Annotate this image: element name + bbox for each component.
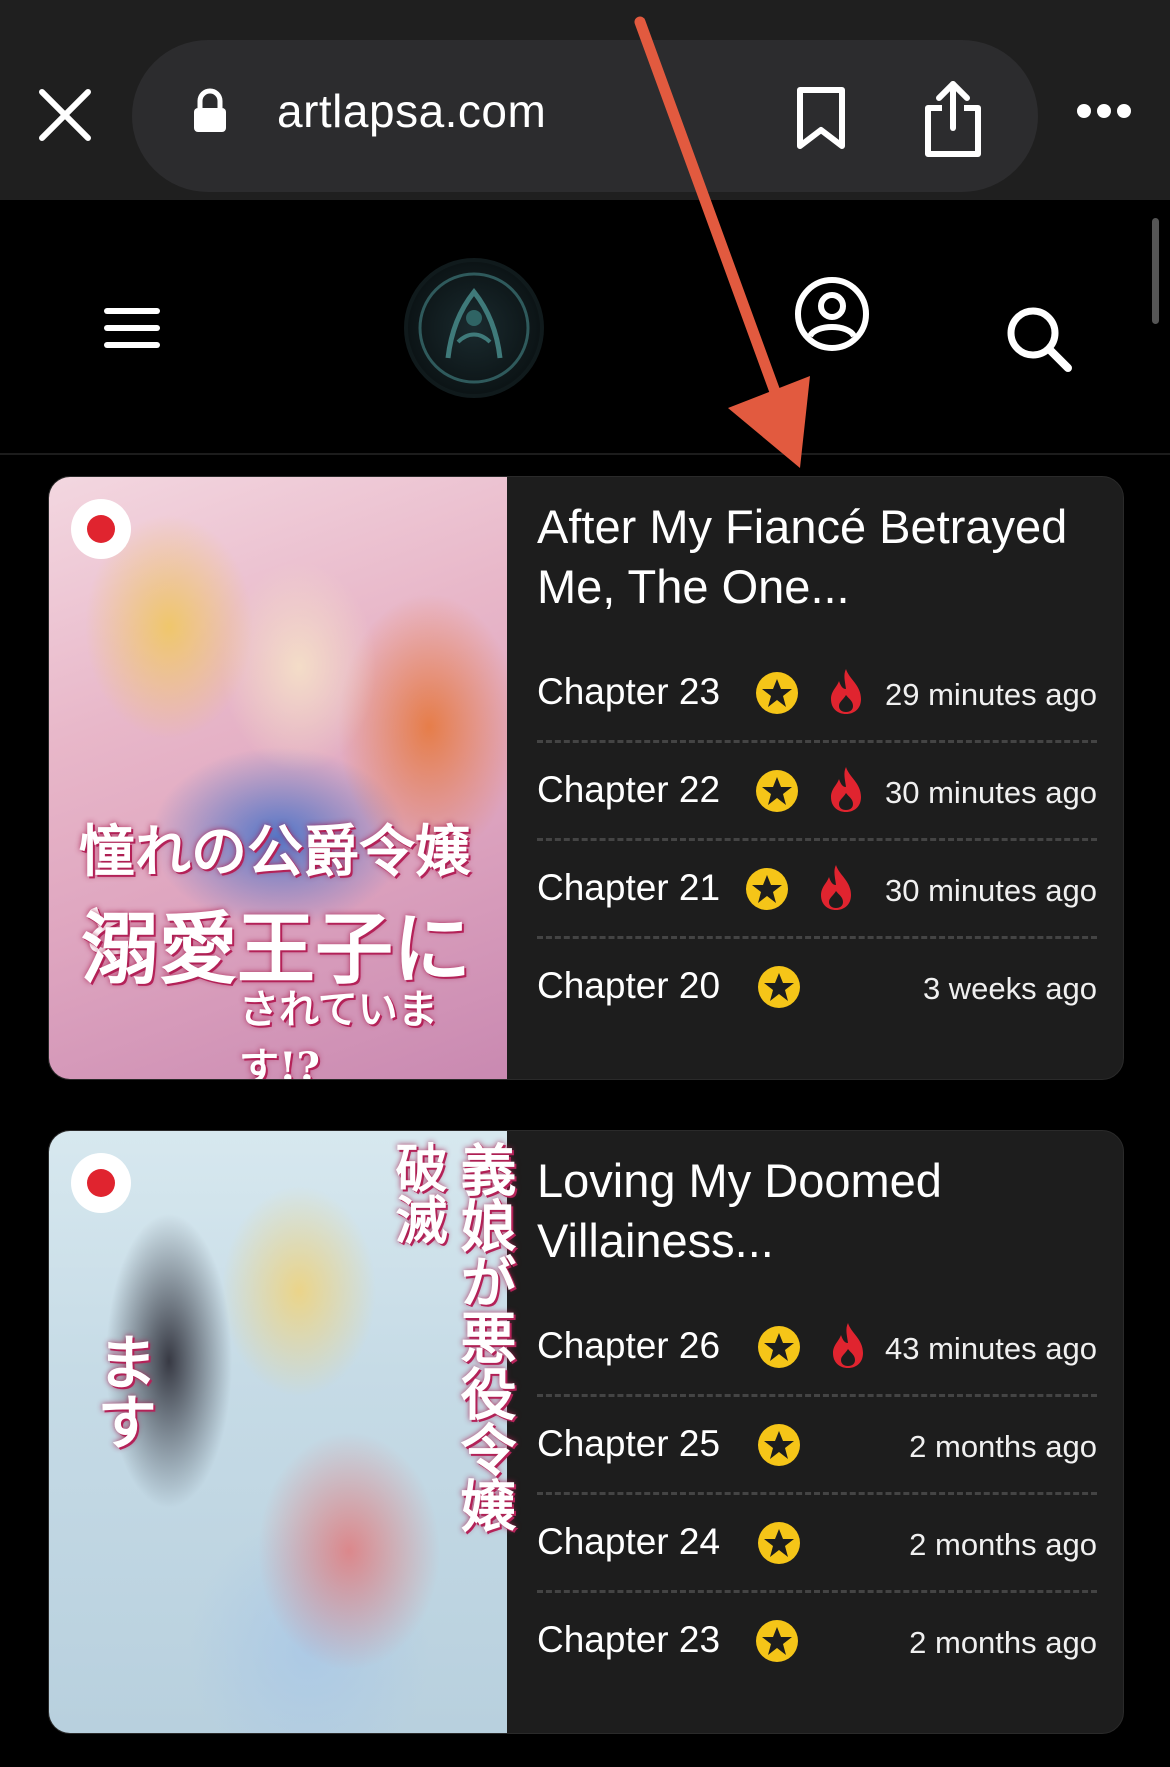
chapter-row[interactable]: Chapter 23 29 minutes ago <box>537 645 1097 743</box>
lock-icon <box>192 88 228 134</box>
share-icon <box>925 81 981 157</box>
fire-icon <box>831 767 861 812</box>
browser-toolbar: artlapsa.com <box>0 0 1170 200</box>
search-icon <box>1007 307 1072 372</box>
cover-title-text: 破滅 <box>386 1141 447 1245</box>
fire-icon <box>833 1323 863 1368</box>
chapter-label[interactable]: Chapter 23 <box>537 671 720 713</box>
hamburger-icon <box>104 308 160 348</box>
star-badge-icon <box>758 1326 800 1368</box>
share-button[interactable] <box>922 78 984 158</box>
chapter-time: 30 minutes ago <box>885 775 1097 810</box>
manga-card[interactable]: 義娘が悪役令嬢 破滅 ます Loving My Doomed Villaines… <box>48 1130 1124 1734</box>
more-options-button[interactable] <box>1076 100 1132 122</box>
close-tab-button[interactable] <box>36 86 94 144</box>
search-button[interactable] <box>1004 304 1074 374</box>
japan-flag-icon <box>71 499 131 559</box>
chapter-row[interactable]: Chapter 20 3 weeks ago <box>537 939 1097 1037</box>
logo-emblem-icon <box>418 272 530 384</box>
chapter-time: 2 months ago <box>909 1527 1097 1562</box>
chapter-label[interactable]: Chapter 25 <box>537 1423 720 1465</box>
manga-card[interactable]: 憧れの公爵令嬢と 溺愛王子に されています!? After My Fiancé … <box>48 476 1124 1080</box>
fire-icon <box>821 865 851 910</box>
chapter-time: 2 months ago <box>909 1625 1097 1660</box>
chapter-row[interactable]: Chapter 24 2 months ago <box>537 1495 1097 1593</box>
site-header <box>0 200 1170 455</box>
cover-title-text: ます <box>87 1331 157 1451</box>
chapter-row[interactable]: Chapter 26 43 minutes ago <box>537 1299 1097 1397</box>
page-scrollbar[interactable] <box>1152 218 1159 324</box>
chapter-time: 30 minutes ago <box>885 873 1097 908</box>
japan-flag-icon <box>71 1153 131 1213</box>
chapter-row[interactable]: Chapter 23 2 months ago <box>537 1593 1097 1691</box>
fire-icon <box>831 669 861 714</box>
cover-subtitle-text: されています!? <box>239 986 438 1080</box>
url-text[interactable]: artlapsa.com <box>277 84 546 138</box>
manga-cover-image[interactable]: 憧れの公爵令嬢と 溺愛王子に されています!? <box>49 477 507 1079</box>
chapter-label[interactable]: Chapter 26 <box>537 1325 720 1367</box>
star-badge-icon <box>756 672 798 714</box>
site-logo[interactable] <box>404 258 544 398</box>
chapter-time: 2 months ago <box>909 1429 1097 1464</box>
manga-title[interactable]: After My Fiancé Betrayed Me, The One... <box>537 497 1097 617</box>
menu-button[interactable] <box>104 306 160 350</box>
account-button[interactable] <box>794 276 870 352</box>
chapter-row[interactable]: Chapter 21 30 minutes ago <box>537 841 1097 939</box>
star-badge-icon <box>756 770 798 812</box>
chapter-label[interactable]: Chapter 24 <box>537 1521 720 1563</box>
chapter-row[interactable]: Chapter 25 2 months ago <box>537 1397 1097 1495</box>
bookmark-button[interactable] <box>794 86 848 152</box>
chapter-label[interactable]: Chapter 23 <box>537 1619 720 1661</box>
star-badge-icon <box>746 868 788 910</box>
chapter-label[interactable]: Chapter 22 <box>537 769 720 811</box>
chapter-time: 43 minutes ago <box>885 1331 1097 1366</box>
manga-cover-image[interactable]: 義娘が悪役令嬢 破滅 ます <box>49 1131 517 1733</box>
address-bar[interactable]: artlapsa.com <box>132 40 1038 192</box>
user-circle-icon <box>795 277 869 351</box>
manga-title[interactable]: Loving My Doomed Villainess... <box>537 1151 1097 1271</box>
star-badge-icon <box>758 1522 800 1564</box>
chapter-label[interactable]: Chapter 20 <box>537 965 720 1007</box>
more-dots-icon <box>1077 104 1131 118</box>
cover-title-text: 義娘が悪役令嬢 <box>451 1141 517 1533</box>
star-badge-icon <box>758 966 800 1008</box>
chapter-row[interactable]: Chapter 22 30 minutes ago <box>537 743 1097 841</box>
bookmark-icon <box>797 87 845 149</box>
chapter-time: 3 weeks ago <box>922 971 1097 1006</box>
chapter-time: 29 minutes ago <box>885 677 1097 712</box>
star-badge-icon <box>756 1620 798 1662</box>
close-icon <box>39 89 91 141</box>
star-badge-icon <box>758 1424 800 1466</box>
chapter-label[interactable]: Chapter 21 <box>537 867 720 909</box>
